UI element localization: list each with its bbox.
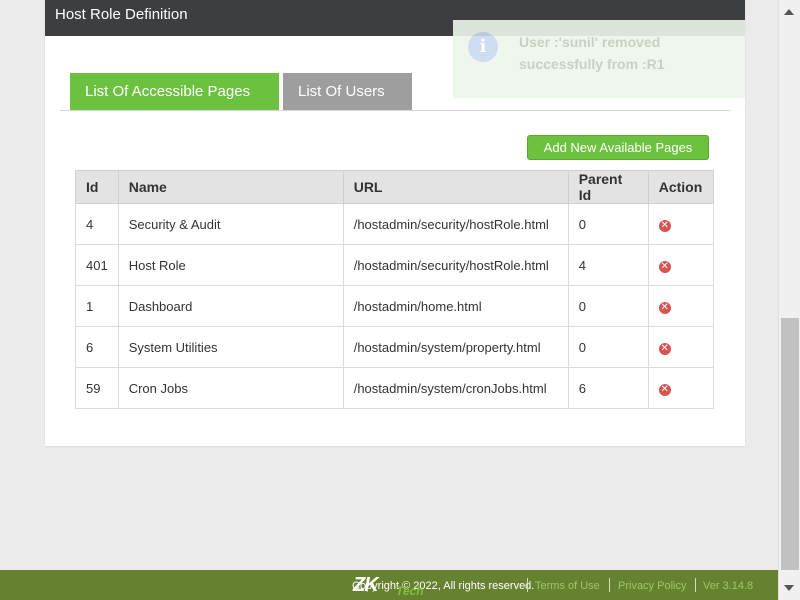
cell-id: 59 bbox=[75, 367, 119, 409]
cell-parent-id: 0 bbox=[567, 285, 649, 327]
delete-icon[interactable]: ✕ bbox=[658, 302, 671, 314]
table-row: 401 Host Role /hostadmin/security/hostRo… bbox=[75, 244, 715, 286]
info-icon: i bbox=[468, 32, 498, 62]
cell-url: /hostadmin/home.html bbox=[342, 285, 569, 327]
scroll-down-arrow-icon[interactable] bbox=[784, 585, 794, 591]
cell-name: System Utilities bbox=[117, 326, 344, 368]
cell-action: ✕ bbox=[647, 326, 715, 368]
delete-icon[interactable]: ✕ bbox=[658, 384, 671, 396]
table-header-row: Id Name URL Parent Id Action bbox=[75, 170, 715, 204]
cell-parent-id: 0 bbox=[567, 326, 649, 368]
privacy-policy-link[interactable]: Privacy Policy bbox=[618, 580, 686, 592]
cell-parent-id: 4 bbox=[567, 244, 649, 286]
table-row: 4 Security & Audit /hostadmin/security/h… bbox=[75, 203, 715, 245]
column-header-id[interactable]: Id bbox=[75, 170, 119, 204]
zktech-logo-sub: Tech bbox=[396, 584, 424, 598]
column-header-url[interactable]: URL bbox=[342, 170, 569, 204]
tab-users[interactable]: List Of Users bbox=[283, 73, 412, 110]
column-header-name[interactable]: Name bbox=[117, 170, 344, 204]
delete-icon[interactable]: ✕ bbox=[658, 220, 671, 232]
notification-message: User :'sunil' removed successfully from … bbox=[519, 34, 665, 72]
cell-action: ✕ bbox=[647, 285, 715, 327]
footer-divider bbox=[527, 578, 528, 592]
cell-parent-id: 0 bbox=[567, 203, 649, 245]
cell-id: 401 bbox=[75, 244, 119, 286]
footer-divider bbox=[695, 578, 696, 592]
table-row: 6 System Utilities /hostadmin/system/pro… bbox=[75, 326, 715, 368]
table-row: 1 Dashboard /hostadmin/home.html 0 ✕ bbox=[75, 285, 715, 327]
cell-id: 6 bbox=[75, 326, 119, 368]
page-footer: Copyright © 2022, All rights reserved. Z… bbox=[0, 570, 778, 600]
cell-action: ✕ bbox=[647, 367, 715, 409]
tab-divider bbox=[60, 110, 730, 111]
cell-action: ✕ bbox=[647, 244, 715, 286]
cell-url: /hostadmin/security/hostRole.html bbox=[342, 203, 569, 245]
cell-name: Cron Jobs bbox=[117, 367, 344, 409]
zktech-logo: ZK bbox=[353, 574, 379, 596]
tab-accessible-pages[interactable]: List Of Accessible Pages bbox=[70, 73, 279, 110]
delete-icon[interactable]: ✕ bbox=[658, 343, 671, 355]
cell-name: Host Role bbox=[117, 244, 344, 286]
copyright-text: Copyright © 2022, All rights reserved. bbox=[352, 580, 535, 592]
cell-name: Security & Audit bbox=[117, 203, 344, 245]
version-label: Ver 3.14.8 bbox=[703, 580, 754, 592]
cell-action: ✕ bbox=[647, 203, 715, 245]
scroll-up-arrow-icon[interactable] bbox=[784, 9, 794, 15]
cell-url: /hostadmin/system/cronJobs.html bbox=[342, 367, 569, 409]
cell-id: 4 bbox=[75, 203, 119, 245]
table-row: 59 Cron Jobs /hostadmin/system/cronJobs.… bbox=[75, 367, 715, 409]
vertical-scrollbar[interactable] bbox=[778, 0, 800, 600]
footer-divider bbox=[609, 578, 610, 592]
column-header-action: Action bbox=[647, 170, 715, 204]
delete-icon[interactable]: ✕ bbox=[658, 261, 671, 273]
cell-url: /hostadmin/security/hostRole.html bbox=[342, 244, 569, 286]
add-new-pages-button[interactable]: Add New Available Pages bbox=[527, 135, 709, 160]
scroll-thumb[interactable] bbox=[781, 318, 799, 570]
column-header-parent-id[interactable]: Parent Id bbox=[567, 170, 649, 204]
cell-parent-id: 6 bbox=[567, 367, 649, 409]
success-notification[interactable]: i User :'sunil' removed successfully fro… bbox=[453, 20, 745, 98]
cell-name: Dashboard bbox=[117, 285, 344, 327]
accessible-pages-table: Id Name URL Parent Id Action 4 Security … bbox=[75, 170, 715, 409]
terms-of-use-link[interactable]: Terms of Use bbox=[535, 580, 600, 592]
cell-id: 1 bbox=[75, 285, 119, 327]
cell-url: /hostadmin/system/property.html bbox=[342, 326, 569, 368]
